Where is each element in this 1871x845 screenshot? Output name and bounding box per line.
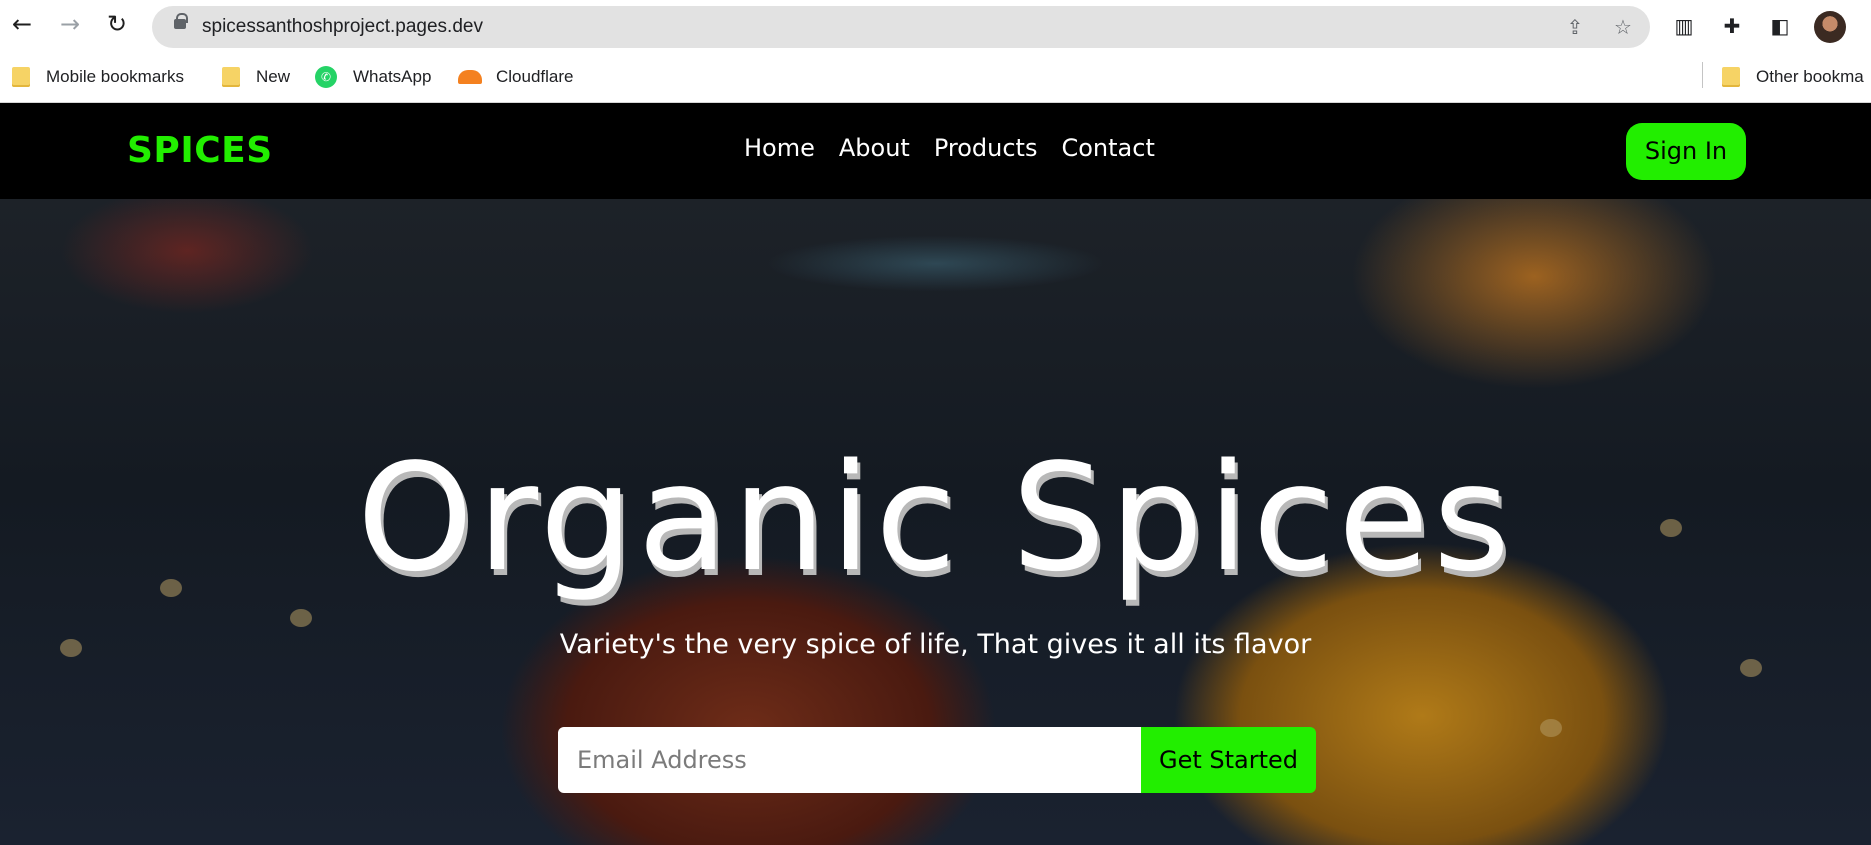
barcode-icon[interactable]: ▥ xyxy=(1672,14,1696,38)
get-started-button[interactable]: Get Started xyxy=(1141,727,1316,793)
lock-icon[interactable] xyxy=(174,13,188,29)
bookmark-other-bookmarks[interactable]: Other bookma xyxy=(1722,64,1864,90)
nav-contact[interactable]: Contact xyxy=(1061,134,1154,162)
bookmark-new[interactable]: New xyxy=(222,64,290,90)
nav-about[interactable]: About xyxy=(839,134,910,162)
forward-icon[interactable]: → xyxy=(57,11,83,37)
main-nav: Home About Products Contact xyxy=(744,134,1155,162)
bookmark-label: New xyxy=(256,67,291,86)
bookmark-cloudflare[interactable]: Cloudflare xyxy=(458,64,574,90)
bookmarks-bar: Mobile bookmarks New ✆ WhatsApp Cloudfla… xyxy=(0,54,1871,103)
side-panel-icon[interactable]: ◧ xyxy=(1768,14,1792,38)
folder-icon xyxy=(1722,67,1740,87)
bookmark-label: Other bookma xyxy=(1756,67,1864,86)
star-icon[interactable]: ☆ xyxy=(1611,15,1635,39)
cloudflare-icon xyxy=(458,70,482,84)
email-field[interactable] xyxy=(558,727,1141,793)
background-image xyxy=(290,609,312,627)
bookmark-label: Mobile bookmarks xyxy=(46,67,184,86)
bookmark-label: WhatsApp xyxy=(353,67,432,86)
profile-avatar[interactable] xyxy=(1814,11,1846,43)
bookmarks-divider xyxy=(1702,62,1703,88)
whatsapp-icon: ✆ xyxy=(315,66,337,88)
extensions-icon[interactable]: ✚ xyxy=(1720,14,1744,38)
back-icon[interactable]: ← xyxy=(9,11,35,37)
share-icon[interactable]: ⇪ xyxy=(1563,15,1587,39)
url-text[interactable]: spicessanthoshproject.pages.dev xyxy=(202,16,483,38)
hero-section: Organic Spices Variety's the very spice … xyxy=(0,199,1871,845)
reload-icon[interactable]: ↻ xyxy=(104,11,130,37)
hero-subtitle: Variety's the very spice of life, That g… xyxy=(559,629,1312,660)
browser-toolbar: ← → ↻ spicessanthoshproject.pages.dev ⇪ … xyxy=(0,0,1871,54)
background-image xyxy=(1740,659,1762,677)
folder-icon xyxy=(222,67,240,87)
folder-icon xyxy=(12,67,30,87)
nav-products[interactable]: Products xyxy=(934,134,1038,162)
site-logo[interactable]: SPICES xyxy=(127,130,273,171)
address-bar[interactable]: spicessanthoshproject.pages.dev ⇪ ☆ xyxy=(152,6,1650,48)
bookmark-mobile-bookmarks[interactable]: Mobile bookmarks xyxy=(12,64,184,90)
site-header: SPICES Home About Products Contact Sign … xyxy=(0,104,1871,199)
signup-form: Get Started xyxy=(558,727,1316,793)
hero-title: Organic Spices xyxy=(356,432,1515,604)
sign-in-button[interactable]: Sign In xyxy=(1626,123,1746,180)
background-image xyxy=(1540,719,1562,737)
nav-home[interactable]: Home xyxy=(744,134,815,162)
bookmark-label: Cloudflare xyxy=(496,67,574,86)
bookmark-whatsapp[interactable]: ✆ WhatsApp xyxy=(315,64,431,90)
